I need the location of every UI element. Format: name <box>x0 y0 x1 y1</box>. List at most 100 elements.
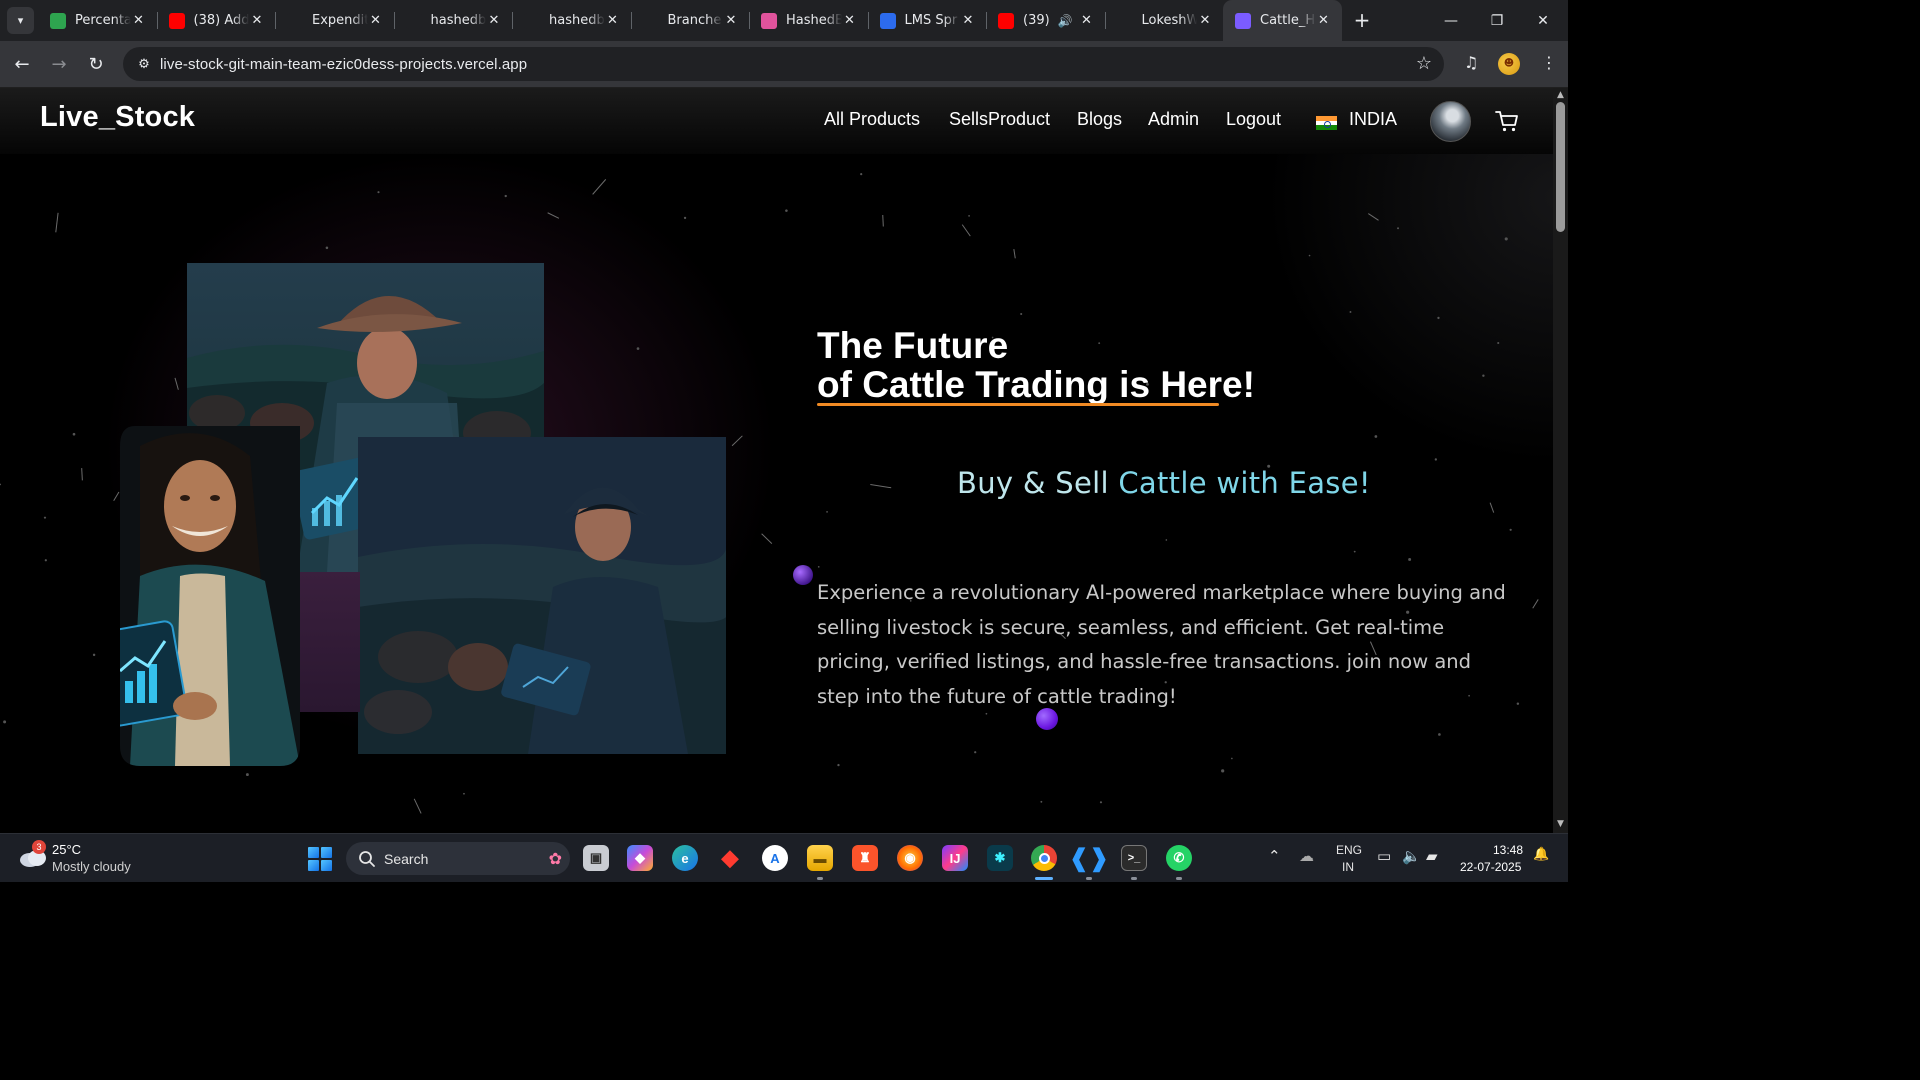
copilot-icon[interactable]: ◆ <box>627 845 653 871</box>
tab-title: Branche <box>667 13 722 28</box>
anydesk-icon[interactable]: ◆ <box>717 845 743 871</box>
star-particle <box>245 773 249 777</box>
vite-icon <box>1235 12 1251 29</box>
media-control-icon[interactable]: ♫ <box>1464 53 1478 72</box>
cart-icon[interactable] <box>1494 108 1520 134</box>
scroll-thumb[interactable] <box>1556 102 1565 232</box>
nav-admin[interactable]: Admin <box>1148 109 1199 130</box>
minimize-button[interactable]: — <box>1428 0 1474 41</box>
terminal-icon[interactable]: >_ <box>1121 845 1147 871</box>
browser-menu-icon[interactable]: ⋮ <box>1541 53 1557 72</box>
browser-tab[interactable]: (39) 🔊 ✕ <box>986 0 1105 41</box>
user-avatar[interactable] <box>1430 101 1471 142</box>
browser-tab[interactable]: hashedb ✕ <box>393 0 513 41</box>
star-particle <box>870 483 892 489</box>
close-tab-icon[interactable]: ✕ <box>368 13 384 28</box>
scroll-down-arrow[interactable]: ▼ <box>1555 819 1566 829</box>
firefox-icon[interactable]: ◉ <box>897 845 923 871</box>
site-navbar: Live_Stock All Products SellsProduct Blo… <box>0 88 1553 154</box>
close-tab-icon[interactable]: ✕ <box>842 13 858 28</box>
browser-tab[interactable]: Expendit ✕ <box>275 0 394 41</box>
nav-all-products[interactable]: All Products <box>824 109 920 130</box>
nav-blogs[interactable]: Blogs <box>1077 109 1122 130</box>
browser-tab[interactable]: Percenta ✕ <box>38 0 157 41</box>
close-tab-icon[interactable]: ✕ <box>723 13 739 28</box>
nav-sells-product[interactable]: SellsProduct <box>949 109 1050 130</box>
star-particle <box>683 216 687 220</box>
woman-with-tablet-image <box>120 426 300 766</box>
back-button[interactable]: ← <box>9 52 35 78</box>
close-tab-icon[interactable]: ✕ <box>1316 13 1332 28</box>
intellij-icon[interactable]: IJ <box>942 845 968 871</box>
battery-icon[interactable]: ▰ <box>1426 847 1438 865</box>
file-explorer-icon[interactable]: ▬ <box>807 845 833 871</box>
close-tab-icon[interactable]: ✕ <box>605 13 621 28</box>
windows-taskbar: 3 25°C Mostly cloudy Search ✿ ▣ ◆ e ◆ A … <box>0 833 1568 882</box>
star-particle <box>1221 769 1225 773</box>
hero-subtitle: Buy & Sell Cattle with Ease! <box>957 466 1371 500</box>
vscode-icon[interactable]: ❰❱ <box>1069 845 1109 872</box>
close-tab-icon[interactable]: ✕ <box>1079 13 1095 28</box>
close-tab-icon[interactable]: ✕ <box>249 13 265 28</box>
weather-temperature[interactable]: 25°C <box>52 842 81 857</box>
url-text[interactable]: live-stock-git-main-team-ezic0dess-proje… <box>160 56 527 73</box>
browser-tab[interactable]: LokeshW ✕ <box>1104 0 1224 41</box>
clock-time[interactable]: 13:48 <box>1493 843 1523 857</box>
genshin-app-icon[interactable]: ✱ <box>987 845 1013 871</box>
edge-browser-icon[interactable]: e <box>672 845 698 871</box>
browser-tab[interactable]: LMS Spr ✕ <box>867 0 987 41</box>
browser-tab[interactable]: (38) Add ✕ <box>156 0 276 41</box>
page-scrollbar[interactable]: ▲ ▼ <box>1553 88 1568 833</box>
close-tab-icon[interactable]: ✕ <box>960 13 976 28</box>
country-selector[interactable]: INDIA <box>1349 109 1397 130</box>
tab-search-button[interactable]: ▾ <box>7 7 34 34</box>
close-tab-icon[interactable]: ✕ <box>131 13 147 28</box>
clock-date[interactable]: 22-07-2025 <box>1460 860 1521 874</box>
volume-icon[interactable]: 🔈 <box>1402 847 1421 865</box>
app-store-icon[interactable]: A <box>762 845 788 871</box>
language-indicator[interactable]: ENG <box>1336 843 1362 857</box>
browser-tab[interactable]: HashedB ✕ <box>749 0 868 41</box>
new-tab-button[interactable]: + <box>1350 9 1374 33</box>
close-tab-icon[interactable]: ✕ <box>486 13 502 28</box>
taskbar-search[interactable]: Search ✿ <box>346 842 570 875</box>
search-highlight-icon: ✿ <box>548 849 562 868</box>
network-icon[interactable]: ▭ <box>1377 847 1391 865</box>
reload-button[interactable]: ↻ <box>83 52 109 78</box>
hashedbit-icon <box>761 12 777 29</box>
language-region[interactable]: IN <box>1342 860 1354 874</box>
site-info-icon[interactable]: ⚙ <box>133 57 155 72</box>
task-view-icon[interactable]: ▣ <box>583 845 609 871</box>
browser-tab[interactable]: Branche ✕ <box>630 0 750 41</box>
weather-description[interactable]: Mostly cloudy <box>52 859 131 874</box>
star-particle <box>1099 801 1103 804</box>
tab-title: LokeshW <box>1141 13 1198 28</box>
nav-logout[interactable]: Logout <box>1226 109 1281 130</box>
tab-audio-icon[interactable]: 🔊 <box>1058 14 1073 28</box>
whatsapp-icon[interactable]: ✆ <box>1166 845 1192 871</box>
windows-start-icon[interactable] <box>308 847 332 871</box>
restore-button[interactable]: ❐ <box>1474 0 1520 41</box>
hero-title-line-1: The Future <box>817 325 1009 366</box>
site-logo[interactable]: Live_Stock <box>40 101 195 134</box>
chrome-icon[interactable] <box>1031 845 1057 871</box>
notifications-bell-icon[interactable]: 🔔 <box>1533 847 1549 862</box>
github-icon <box>1116 12 1133 29</box>
search-label: Search <box>384 850 429 867</box>
browser-tab[interactable]: hashedb ✕ <box>512 0 631 41</box>
show-hidden-icons-chevron[interactable]: ⌃ <box>1268 847 1281 865</box>
profile-avatar-icon[interactable]: ☻ <box>1498 53 1520 75</box>
close-tab-icon[interactable]: ✕ <box>1197 13 1213 28</box>
forward-button[interactable]: → <box>46 52 72 78</box>
address-bar[interactable]: ⚙ live-stock-git-main-team-ezic0dess-pro… <box>123 47 1444 81</box>
bookmark-star-icon[interactable]: ☆ <box>1416 53 1432 74</box>
browser-toolbar: ← → ↻ ⚙ live-stock-git-main-team-ezic0de… <box>0 41 1568 88</box>
browser-tab[interactable]: Cattle_H ✕ <box>1223 0 1342 41</box>
tab-title: (38) Add <box>193 13 250 28</box>
onedrive-cloud-icon[interactable]: ☁ <box>1299 847 1314 865</box>
close-window-button[interactable]: ✕ <box>1520 0 1566 41</box>
star-particle <box>55 212 59 233</box>
scroll-up-arrow[interactable]: ▲ <box>1555 90 1566 100</box>
india-flag-icon[interactable] <box>1316 116 1337 131</box>
brave-browser-icon[interactable]: ♜ <box>852 845 878 871</box>
